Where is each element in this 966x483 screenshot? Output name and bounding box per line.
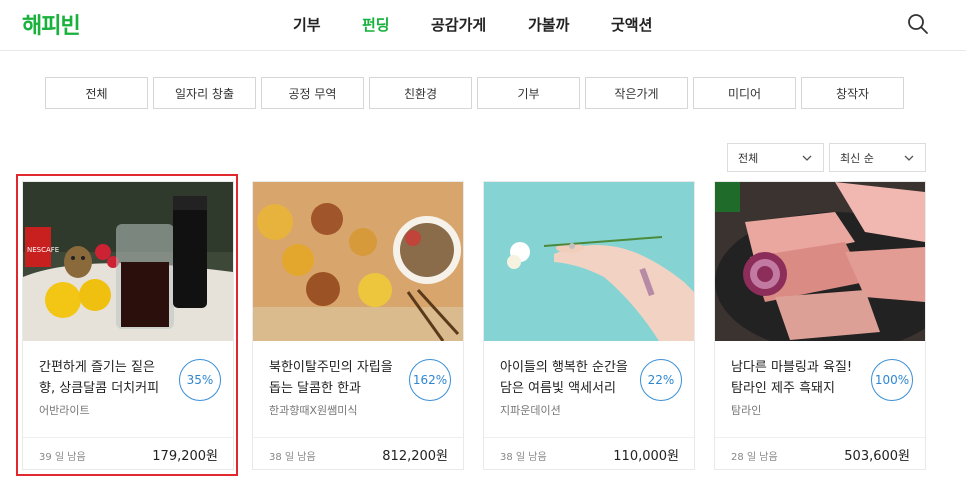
divider [253,437,463,438]
days-left: 39 일 남음 [39,452,86,463]
nav-funding[interactable]: 펀딩 [362,14,390,35]
days-left: 38 일 남음 [269,452,316,463]
svg-text:NESCAFE: NESCAFE [27,246,59,254]
category-media[interactable]: 미디어 [693,77,796,109]
funding-percent-badge: 22% [640,359,682,401]
card-title: 아이들의 행복한 순간을 담은 여름빛 액세서리 [500,360,628,396]
funded-amount: 179,200원 [152,449,218,464]
nav-donate[interactable]: 기부 [293,14,321,35]
category-eco[interactable]: 친환경 [369,77,472,109]
category-tabs: 전체 일자리 창출 공정 무역 친환경 기부 작은가게 미디어 창작자 [45,77,904,109]
product-image-hangwa [253,182,463,341]
card-title: 간편하게 즐기는 짙은 향, 상큼달콤 더치커피 [39,360,160,396]
product-image-accessory [484,182,694,341]
nav-empathy-store[interactable]: 공감가게 [431,14,486,35]
category-jobs[interactable]: 일자리 창출 [153,77,256,109]
product-image-dutch-coffee: NESCAFE [23,182,233,341]
category-filter-value: 전체 [738,151,759,165]
funding-card[interactable]: 남다른 마블링과 육질! 탐라인 제주 흑돼지 100% 탐라인 28 일 남음… [714,181,926,470]
chevron-down-icon [802,155,812,161]
chevron-down-icon [904,155,914,161]
days-left: 28 일 남음 [731,452,778,463]
card-title: 남다른 마블링과 육질! 탐라인 제주 흑돼지 [731,360,853,396]
search-icon[interactable] [907,13,929,35]
funded-amount: 812,200원 [382,449,448,464]
divider [23,437,233,438]
card-maker: 한과향때X원쌤미식 [269,404,358,417]
funding-card[interactable]: NESCAFE 간편하게 즐기는 짙은 향, 상큼달콤 더치커피 35% 어반라… [22,181,234,470]
card-maker: 탐라인 [731,404,762,417]
funded-amount: 110,000원 [613,449,679,464]
category-creator[interactable]: 창작자 [801,77,904,109]
card-maker: 어반라이트 [39,404,90,417]
card-maker: 지파운데이션 [500,404,561,417]
days-left: 38 일 남음 [500,452,547,463]
product-image-black-pork [715,182,925,341]
funding-card[interactable]: 아이들의 행복한 순간을 담은 여름빛 액세서리 22% 지파운데이션 38 일… [483,181,695,470]
category-fair-trade[interactable]: 공정 무역 [261,77,364,109]
category-filter-select[interactable]: 전체 [727,143,824,172]
nav-visit[interactable]: 가볼까 [528,14,569,35]
divider [484,437,694,438]
funding-card[interactable]: 북한이탈주민의 자립을 돕는 달콤한 한과 162% 한과향때X원쌤미식 38 … [252,181,464,470]
category-all[interactable]: 전체 [45,77,148,109]
logo[interactable]: 해피빈 [22,8,81,40]
funding-percent-badge: 35% [179,359,221,401]
funding-percent-badge: 162% [409,359,451,401]
sort-value: 최신 순 [840,151,874,165]
divider [715,437,925,438]
sort-select[interactable]: 최신 순 [829,143,926,172]
category-small-store[interactable]: 작은가게 [585,77,688,109]
category-donate[interactable]: 기부 [477,77,580,109]
funding-percent-badge: 100% [871,359,913,401]
nav-good-action[interactable]: 굿액션 [611,14,652,35]
card-title: 북한이탈주민의 자립을 돕는 달콤한 한과 [269,360,393,396]
top-header: 해피빈 기부 펀딩 공감가게 가볼까 굿액션 [0,0,966,51]
funded-amount: 503,600원 [844,449,910,464]
